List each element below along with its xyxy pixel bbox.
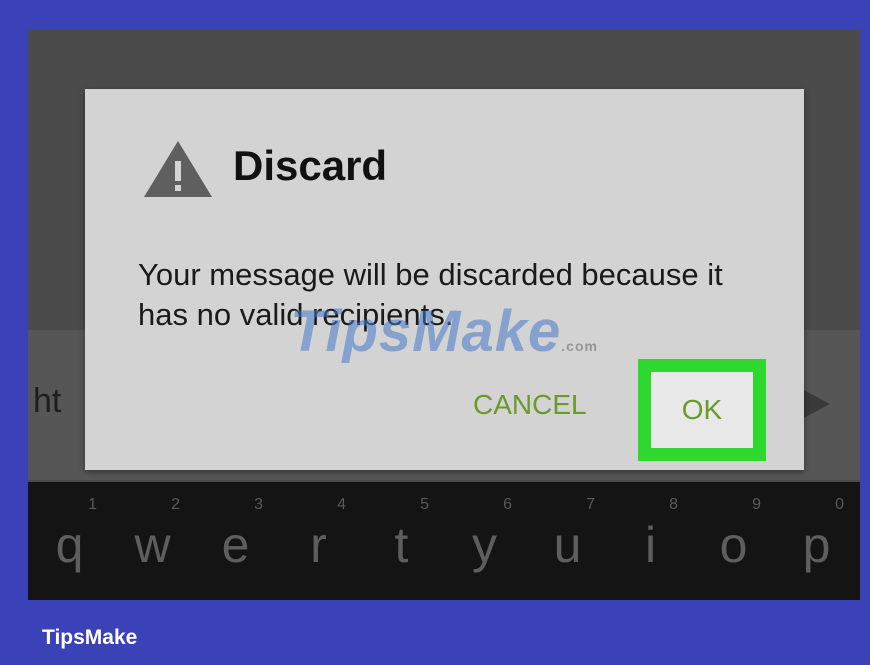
key-e[interactable]: 3 e — [194, 482, 277, 600]
key-letter: r — [310, 517, 327, 573]
key-p[interactable]: 0 p — [775, 482, 858, 600]
key-number: 1 — [88, 496, 97, 513]
key-letter: p — [802, 517, 831, 573]
key-number: 2 — [171, 496, 180, 513]
key-q[interactable]: 1 q — [28, 482, 111, 600]
key-letter: t — [394, 517, 409, 573]
ok-button-label: OK — [681, 394, 723, 425]
compose-text: ht — [33, 382, 62, 420]
key-letter: q — [55, 517, 84, 573]
keyboard: 1 q 2 w 3 e 4 r 5 t 6 y 7 u 8 i 9 o 0 p — [28, 482, 860, 600]
key-letter: u — [553, 517, 582, 573]
key-number: 7 — [586, 496, 595, 513]
dialog-title: Discard — [233, 142, 388, 189]
key-y[interactable]: 6 y — [443, 482, 526, 600]
key-i[interactable]: 8 i — [609, 482, 692, 600]
key-number: 6 — [503, 496, 512, 513]
key-letter: o — [719, 517, 748, 573]
key-number: 3 — [254, 496, 263, 513]
key-letter: i — [644, 517, 657, 573]
send-icon[interactable] — [800, 388, 830, 420]
key-number: 9 — [752, 496, 761, 513]
ok-button[interactable]: OK — [638, 359, 766, 461]
key-letter: e — [221, 517, 250, 573]
cancel-button[interactable]: CANCEL — [473, 389, 587, 421]
key-letter: w — [134, 517, 171, 573]
key-number: 8 — [669, 496, 678, 513]
watermark-text: TipsMake — [290, 299, 562, 364]
key-number: 5 — [420, 496, 429, 513]
key-r[interactable]: 4 r — [277, 482, 360, 600]
key-t[interactable]: 5 t — [360, 482, 443, 600]
warning-icon — [144, 141, 212, 197]
key-w[interactable]: 2 w — [111, 482, 194, 600]
key-o[interactable]: 9 o — [692, 482, 775, 600]
key-u[interactable]: 7 u — [526, 482, 609, 600]
key-number: 0 — [835, 496, 844, 513]
brand-label: TipsMake — [42, 626, 138, 649]
discard-dialog: Discard Your message will be discarded b… — [85, 89, 804, 470]
key-number: 4 — [337, 496, 346, 513]
key-letter: y — [472, 517, 497, 573]
watermark: TipsMake.com — [290, 298, 598, 365]
watermark-suffix: .com — [561, 338, 598, 354]
